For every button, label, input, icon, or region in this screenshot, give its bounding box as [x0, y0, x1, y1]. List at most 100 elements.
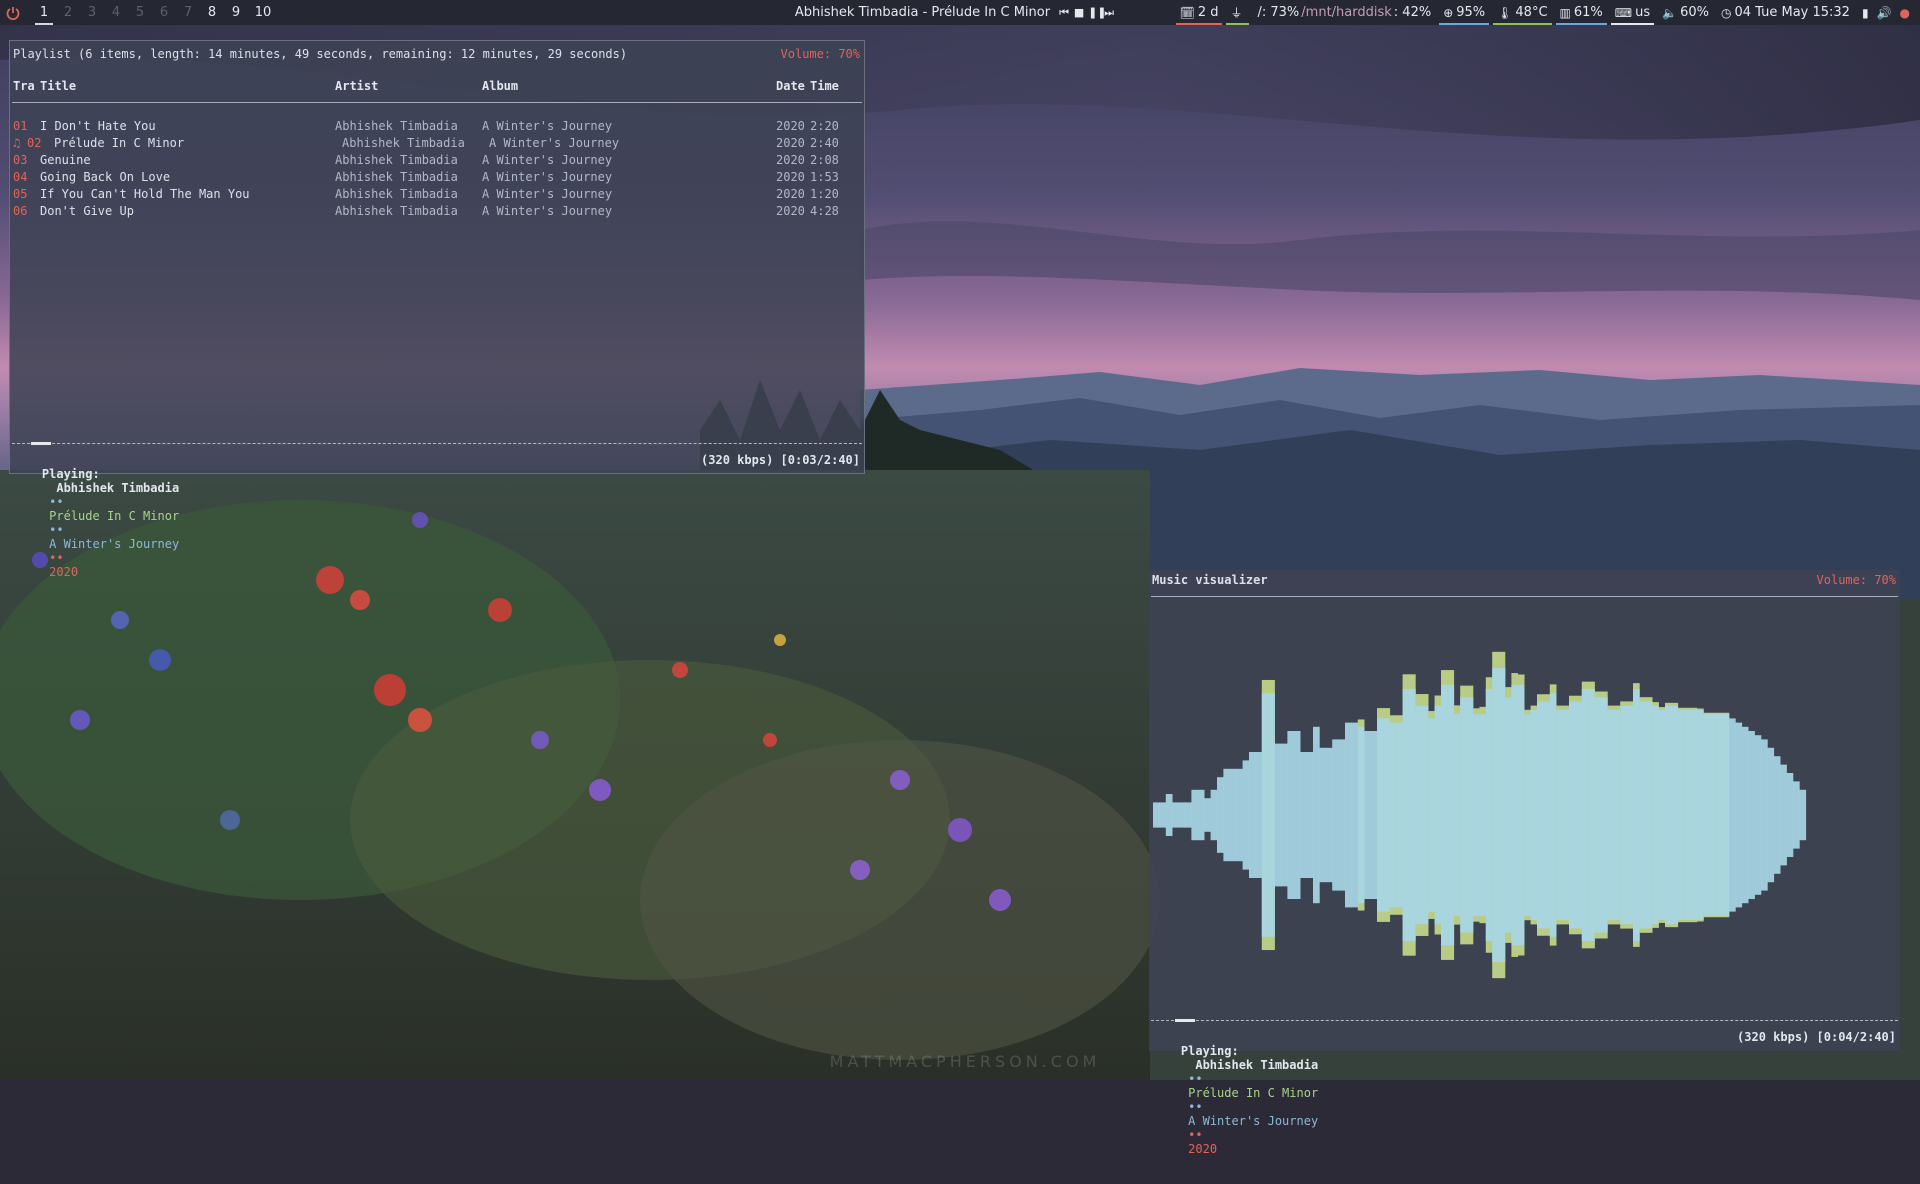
spectrum-bar: [1767, 747, 1775, 883]
track-title: Prélude In C Minor: [54, 136, 185, 150]
spectrum-bar: [1153, 802, 1160, 828]
status-title: Prélude In C Minor: [1188, 1086, 1319, 1100]
spectrum-bar: [1780, 764, 1787, 866]
track-title: I Don't Hate You: [40, 119, 156, 133]
now-playing-title[interactable]: Abhishek Timbadia - Prélude In C Minor: [795, 5, 1050, 20]
workspace-2[interactable]: 2: [56, 0, 80, 25]
notification-icon[interactable]: ●: [1900, 6, 1910, 20]
visualizer-status: Playing: Abhishek Timbadia •• Prélude In…: [1152, 1030, 1896, 1156]
playlist-row[interactable]: 04 Going Back On Love Abhishek Timbadia A W…: [10, 169, 864, 186]
workspace-3[interactable]: 3: [80, 0, 104, 25]
spectrum-bar: [1421, 705, 1429, 925]
spectrum-visualizer: [1153, 651, 1807, 979]
spectrum-bar: [1165, 794, 1173, 836]
track-time: 1:20: [810, 187, 839, 201]
track-artist: Abhishek Timbadia: [342, 136, 465, 150]
spectrum-bar: [1748, 731, 1755, 899]
spectrum-bar: [1313, 726, 1320, 904]
track-number: 06: [13, 204, 28, 218]
volume-tray-icon[interactable]: 🔊: [1877, 6, 1892, 20]
ncmpcpp-playlist-window[interactable]: Playlist (6 items, length: 14 minutes, 4…: [9, 40, 865, 579]
spectrum-bar: [1255, 752, 1263, 878]
workspace-7[interactable]: 7: [176, 0, 200, 25]
workspace-9[interactable]: 9: [224, 0, 248, 25]
track-number: 02: [27, 136, 42, 150]
spectrum-bar: [1729, 718, 1736, 912]
playlist-row[interactable]: 06 Don't Give Up Abhishek Timbadia A Winter…: [10, 203, 864, 220]
column-title[interactable]: Title: [40, 79, 76, 93]
bulb-icon: ⏚: [1230, 6, 1243, 20]
ncmpcpp-visualizer-window[interactable]: Music visualizer Volume: 70% Playing: Ab…: [1149, 570, 1900, 1156]
spectrum-bar: [1594, 697, 1602, 933]
next-icon[interactable]: ⏭: [1103, 6, 1115, 20]
playlist-row[interactable]: 01 I Don't Hate You Abhishek Timbadia A Win…: [10, 118, 864, 135]
spectrum-bar: [1236, 768, 1243, 862]
stop-icon[interactable]: ■: [1073, 6, 1085, 19]
status-sep: ••: [1188, 1128, 1203, 1142]
spectrum-bar: [1626, 705, 1634, 925]
cpu-module: ⊕ 95%: [1437, 0, 1491, 25]
workspace-6[interactable]: 6: [152, 0, 176, 25]
workspace-5[interactable]: 5: [128, 0, 152, 25]
spectrum-bar: [1613, 710, 1621, 920]
spectrum-bar: [1639, 701, 1647, 929]
track-number: 01: [13, 119, 28, 133]
spectrum-bar: [1447, 684, 1455, 946]
column-album[interactable]: Album: [482, 79, 518, 93]
workspace-4[interactable]: 4: [104, 0, 128, 25]
visualizer-progress-track[interactable]: [1151, 1020, 1898, 1021]
track-date: 2020: [776, 187, 805, 201]
power-icon[interactable]: [6, 5, 22, 21]
spectrum-bar: [1287, 731, 1295, 899]
spectrum-bar: [1223, 768, 1231, 862]
track-album: A Winter's Journey: [482, 153, 613, 167]
disk-mnt-path: /mnt/harddisk: [1301, 5, 1392, 20]
spectrum-bar: [1364, 731, 1371, 899]
prev-icon[interactable]: ⏮: [1058, 6, 1070, 20]
track-title: Genuine: [40, 153, 91, 167]
pause-icon[interactable]: ❚❚: [1088, 6, 1106, 19]
column-artist[interactable]: Artist: [335, 79, 378, 93]
spectrum-bar: [1761, 739, 1768, 891]
progress-track[interactable]: [12, 443, 862, 444]
column-track[interactable]: Tra: [13, 79, 35, 93]
clipboard-icon[interactable]: ▮: [1862, 6, 1869, 20]
spectrum-bar: [1377, 718, 1384, 912]
spectrum-bar: [1338, 739, 1346, 891]
status-label: Playing:: [1180, 1044, 1239, 1058]
updates-module[interactable]: 🗓 2 d: [1174, 0, 1225, 25]
spectrum-bar: [1588, 689, 1595, 941]
volume-module[interactable]: 🔈 60%: [1656, 0, 1715, 25]
playlist-row[interactable]: ♫ 02 Prélude In C Minor Abhishek Timbadia A …: [10, 135, 864, 152]
calendar-x-icon: 🗓: [1179, 5, 1195, 20]
datetime-module[interactable]: ◷ 04 Tue May 15:32: [1715, 0, 1856, 25]
playlist-row[interactable]: 03 Genuine Abhishek Timbadia A Winter's Jou…: [10, 152, 864, 169]
spectrum-bar: [1658, 710, 1666, 920]
progress-head[interactable]: [30, 442, 51, 445]
spectrum-bar: [1716, 714, 1723, 916]
spectrum-bar: [1569, 701, 1576, 929]
track-number: 04: [13, 170, 28, 184]
spectrum-bar: [1389, 722, 1397, 908]
workspace-8[interactable]: 8: [200, 0, 224, 25]
spectrum-bar: [1300, 752, 1307, 878]
spectrum-bar: [1473, 714, 1480, 916]
workspace-1[interactable]: 1: [32, 0, 56, 25]
keyboard-module[interactable]: ⌨ us: [1609, 0, 1656, 25]
tray: ▮ 🔊 ●: [1856, 0, 1916, 25]
playlist-row[interactable]: 05 If You Can't Hold The Man You Abhishek …: [10, 186, 864, 203]
workspace-10[interactable]: 10: [248, 0, 278, 25]
spectrum-bar: [1402, 689, 1410, 941]
spectrum-bar: [1229, 768, 1237, 862]
spectrum-bar: [1601, 697, 1608, 933]
spectrum-bar: [1261, 693, 1269, 937]
spectrum-bar: [1351, 722, 1359, 908]
column-time[interactable]: Time: [810, 79, 839, 93]
track-time: 2:20: [810, 119, 839, 133]
track-time: 1:53: [810, 170, 839, 184]
spectrum-bar: [1543, 701, 1551, 929]
column-date[interactable]: Date: [776, 79, 805, 93]
thermometer-module: ⏚: [1224, 0, 1251, 25]
updates-value: 2 d: [1197, 5, 1219, 20]
visualizer-progress-head[interactable]: [1175, 1019, 1196, 1022]
